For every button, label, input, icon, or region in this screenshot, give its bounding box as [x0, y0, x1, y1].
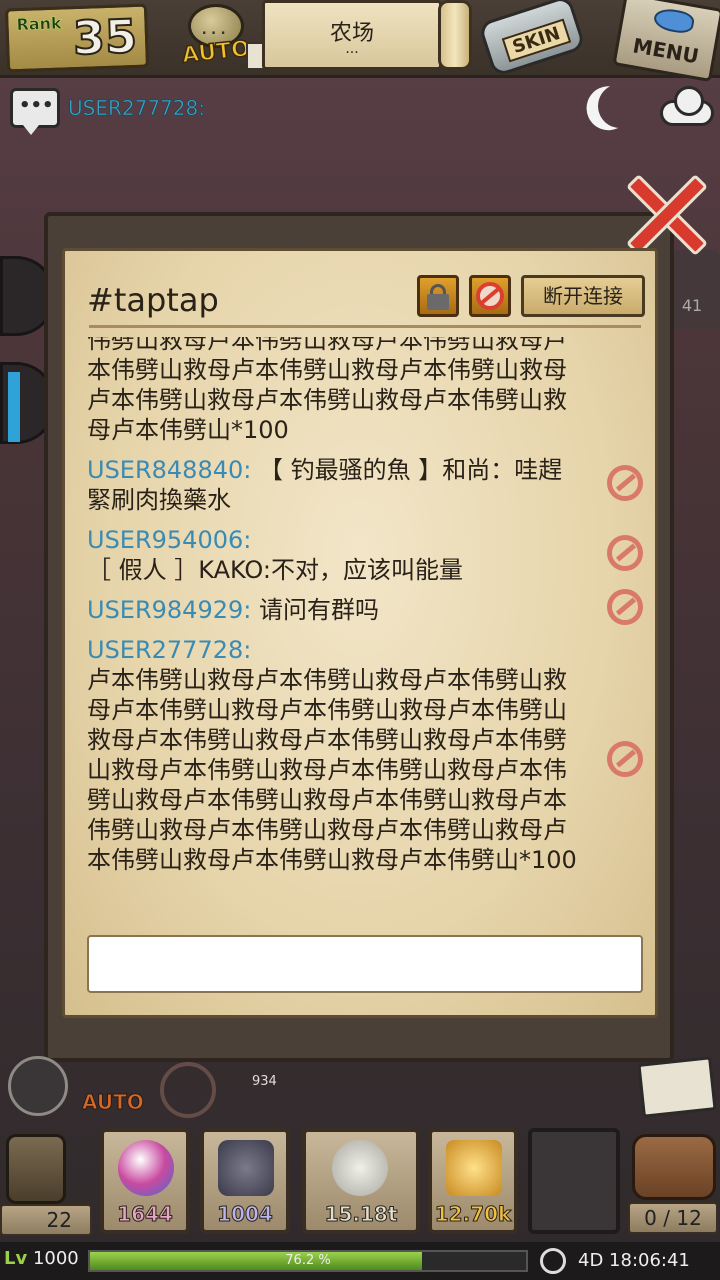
message-user[interactable]: USER848840:: [87, 456, 251, 484]
skin-button[interactable]: SKIN: [476, 0, 588, 78]
chat-message: USER954006: ［ 假人 ］KAKO:不对，应该叫能量: [87, 525, 643, 585]
message-user[interactable]: USER277728:: [87, 636, 251, 664]
bag-icon[interactable]: [632, 1134, 716, 1200]
locked-slot[interactable]: [528, 1128, 620, 1234]
message-text: ［ 假人 ］KAKO:不对，应该叫能量: [87, 556, 463, 584]
message-text: 卢本伟劈山救母卢本伟劈山救母卢本伟劈山救母卢本伟劈山救母卢本伟劈山救母卢本伟劈山…: [87, 666, 577, 874]
rank-badge[interactable]: Rank 35: [4, 3, 150, 73]
coin-count: 22: [0, 1204, 92, 1236]
auto-battle-label: AUTO: [82, 1090, 145, 1115]
xp-text: 76.2 %: [285, 1253, 331, 1268]
block-user-icon[interactable]: [607, 589, 643, 625]
lock-button[interactable]: [417, 275, 459, 317]
message-list[interactable]: 伟劈山救母卢本伟劈山救母卢本伟劈山救母卢本伟劈山救母卢本伟劈山救母卢本伟劈山救母…: [87, 337, 643, 927]
lantern-icon[interactable]: [6, 1134, 66, 1204]
block-user-icon[interactable]: [607, 741, 643, 777]
shield-icon: [218, 1140, 274, 1196]
item-slot-gear[interactable]: 15.18t: [302, 1128, 420, 1234]
compass-icon[interactable]: [8, 1056, 68, 1116]
bag-count: 0 / 12: [628, 1202, 718, 1234]
message-user[interactable]: USER984929:: [87, 596, 251, 624]
chat-last-user: USER277728:: [68, 96, 205, 121]
chat-message: 伟劈山救母卢本伟劈山救母卢本伟劈山救母卢本伟劈山救母卢本伟劈山救母卢本伟劈山救母…: [87, 337, 567, 444]
channel-title: #taptap: [87, 281, 219, 319]
location-scroll[interactable]: 农场 ...: [262, 0, 442, 70]
chat-input[interactable]: [87, 935, 643, 993]
clock-icon: [540, 1248, 566, 1274]
cloud-upload-icon[interactable]: [660, 86, 714, 128]
location-subtitle: ...: [345, 41, 359, 57]
fish-icon: [652, 6, 696, 36]
time-display: 4D 18:06:41: [578, 1250, 690, 1271]
chat-icon[interactable]: •••: [10, 88, 60, 135]
gold-icon: [446, 1140, 502, 1196]
message-user[interactable]: USER954006:: [87, 526, 251, 554]
auto-dots: ...: [200, 22, 229, 38]
moon-icon[interactable]: [592, 78, 648, 134]
block-user-icon[interactable]: [607, 465, 643, 501]
orb-icon: [118, 1140, 174, 1196]
disconnect-button[interactable]: 断开连接: [521, 275, 645, 317]
chat-message: USER277728: 卢本伟劈山救母卢本伟劈山救母卢本伟劈山救母卢本伟劈山救母…: [87, 635, 643, 875]
chat-message: USER848840: 【 钓最骚的魚 】和尚：哇趕緊刷肉換藥水: [87, 455, 643, 515]
block-button[interactable]: [469, 275, 511, 317]
energy-bar: [8, 372, 20, 442]
map-icon[interactable]: [637, 1056, 717, 1118]
auto-button[interactable]: ... AUTO: [170, 4, 276, 70]
auto-label: AUTO: [180, 36, 252, 69]
level-display: Lv 1000: [4, 1248, 79, 1269]
target-icon[interactable]: [160, 1062, 216, 1118]
chat-message: USER984929: 请问有群吗: [87, 589, 643, 625]
side-right-count: 41: [681, 296, 703, 315]
close-icon[interactable]: [622, 170, 712, 260]
small-counter: 934: [252, 1074, 277, 1089]
slot-value: 12.70k: [434, 1202, 512, 1227]
rank-label: Rank: [16, 13, 62, 35]
level-value: 1000: [32, 1248, 79, 1269]
gear-icon: [332, 1140, 388, 1196]
menu-label: MENU: [630, 33, 701, 69]
item-slot-shield[interactable]: 1004: [200, 1128, 290, 1234]
item-slot-gold[interactable]: 12.70k: [428, 1128, 518, 1234]
chat-panel: #taptap 断开连接 伟劈山救母卢本伟劈山救母卢本伟劈山救母卢本伟劈山救母卢…: [62, 248, 658, 1018]
slot-value: 1644: [117, 1202, 174, 1227]
xp-bar: 76.2 %: [88, 1250, 528, 1272]
slot-value: 15.18t: [324, 1202, 398, 1227]
item-slot-orb[interactable]: 1644: [100, 1128, 190, 1234]
scroll-roll-icon: [438, 0, 472, 70]
message-text: 请问有群吗: [258, 596, 379, 624]
divider: [89, 325, 641, 328]
ban-icon: [476, 282, 504, 310]
side-right-widget[interactable]: 41: [670, 250, 720, 330]
auto-battle-button[interactable]: AUTO: [82, 1060, 146, 1120]
rank-value: 35: [71, 8, 139, 66]
slot-value: 1004: [217, 1202, 274, 1227]
block-user-icon[interactable]: [607, 535, 643, 571]
